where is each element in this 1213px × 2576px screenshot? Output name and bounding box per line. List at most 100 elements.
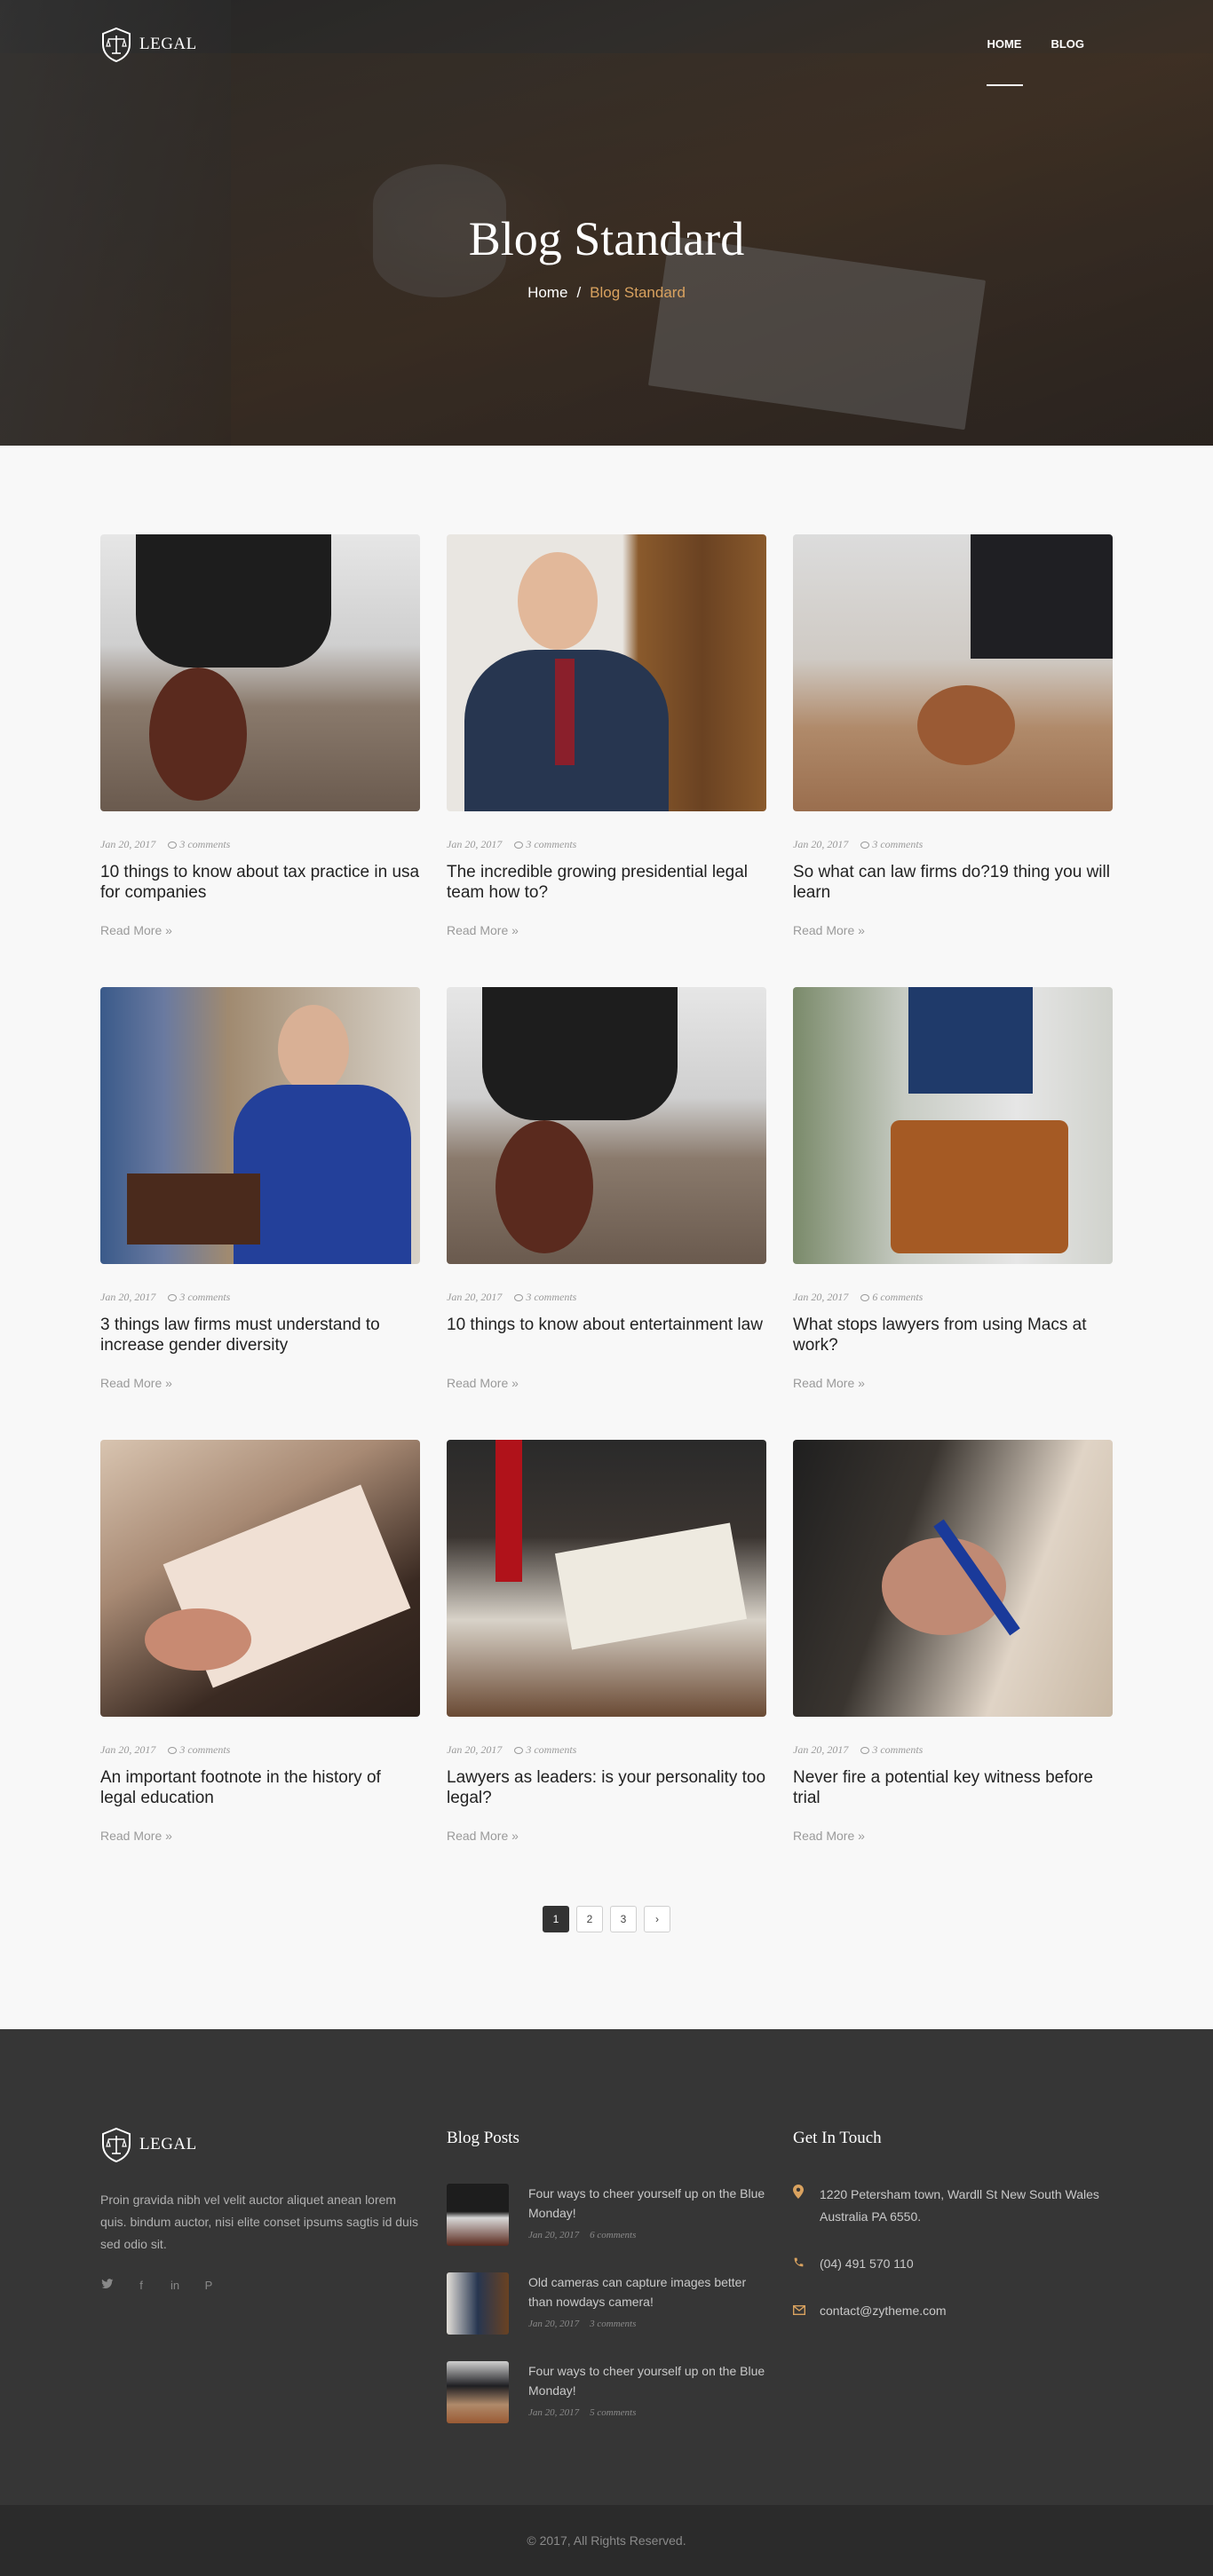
post-title[interactable]: An important footnote in the history of … [100, 1767, 420, 1810]
footer-post-title[interactable]: Old cameras can capture images better th… [528, 2272, 768, 2311]
post-date: Jan 20, 2017 [793, 1291, 849, 1303]
post-comments[interactable]: 3 comments [860, 838, 923, 851]
read-more-link[interactable]: Read More » [447, 1376, 519, 1390]
post-image-judge-gavel[interactable] [100, 534, 420, 811]
post-meta: Jan 20, 2017 3 comments [447, 1743, 766, 1757]
post-comments-count: 3 comments [526, 838, 577, 850]
post-date: Jan 20, 2017 [447, 1291, 503, 1303]
post-image-leather-briefcase[interactable] [793, 987, 1113, 1264]
footer-post-date: Jan 20, 2017 [528, 2319, 580, 2329]
post-card: Jan 20, 2017 3 comments The incredible g… [447, 534, 766, 987]
hero-section: LEGAL HOME BLOG Blog Standard Home / Blog … [0, 0, 1213, 446]
page-button-3[interactable]: 3 [610, 1906, 637, 1932]
footer-post-comments[interactable]: 5 comments [590, 2407, 636, 2418]
post-comments-count: 3 comments [179, 838, 231, 850]
read-more-link[interactable]: Read More » [447, 923, 519, 937]
post-title[interactable]: Lawyers as leaders: is your personality … [447, 1767, 766, 1810]
post-date: Jan 20, 2017 [793, 1743, 849, 1756]
post-comments[interactable]: 3 comments [168, 1743, 230, 1757]
scales-shield-icon [102, 2127, 131, 2162]
footer-post-meta: Jan 20, 2017 3 comments [528, 2319, 768, 2329]
facebook-icon[interactable]: f [134, 2279, 148, 2292]
contact-phone-text[interactable]: (04) 491 570 110 [820, 2253, 914, 2275]
menu-item-blog[interactable]: BLOG [1050, 37, 1084, 51]
next-page-button[interactable]: › [644, 1906, 670, 1932]
footer-post-comments[interactable]: 3 comments [590, 2319, 636, 2329]
copyright-bar: © 2017, All Rights Reserved. [0, 2505, 1213, 2576]
scales-shield-icon [102, 27, 131, 62]
footer-about-column: LEGAL Proin gravida nibh vel velit aucto… [100, 2127, 420, 2292]
main-menu: HOME BLOG [987, 37, 1084, 86]
read-more-link[interactable]: Read More » [793, 1376, 865, 1390]
post-meta: Jan 20, 2017 3 comments [793, 838, 1113, 851]
post-image-lawyer-bookshelf[interactable] [100, 987, 420, 1264]
read-more-link[interactable]: Read More » [100, 1376, 172, 1390]
footer-logo[interactable]: LEGAL [100, 2127, 420, 2162]
post-comments[interactable]: 3 comments [514, 1743, 576, 1757]
post-image-judge-gavel[interactable] [447, 987, 766, 1264]
post-title[interactable]: 10 things to know about entertainment la… [447, 1315, 766, 1357]
read-more-link[interactable]: Read More » [100, 923, 172, 937]
read-more-link[interactable]: Read More » [100, 1829, 172, 1843]
post-image-gavel-desk[interactable] [793, 534, 1113, 811]
footer-about-text: Proin gravida nibh vel velit auctor aliq… [100, 2193, 418, 2251]
footer-post-title[interactable]: Four ways to cheer yourself up on the Bl… [528, 2184, 768, 2223]
post-image-reading-book[interactable] [100, 1440, 420, 1717]
footer-post-item: Old cameras can capture images better th… [447, 2272, 768, 2335]
logo-text: LEGAL [139, 35, 197, 53]
menu-item-home[interactable]: HOME [987, 37, 1024, 86]
breadcrumb-current: Blog Standard [590, 284, 686, 301]
post-title[interactable]: Never fire a potential key witness befor… [793, 1767, 1113, 1810]
breadcrumb-home-link[interactable]: Home [527, 284, 567, 301]
post-title[interactable]: 3 things law firms must understand to in… [100, 1315, 420, 1357]
post-title[interactable]: So what can law firms do?19 thing you wi… [793, 862, 1113, 905]
post-card: Jan 20, 2017 3 comments So what can law … [793, 534, 1113, 987]
post-card: Jan 20, 2017 3 comments 10 things to kno… [447, 987, 766, 1440]
footer-post-item: Four ways to cheer yourself up on the Bl… [447, 2184, 768, 2246]
post-image-signing-document[interactable] [793, 1440, 1113, 1717]
page-button-2[interactable]: 2 [576, 1906, 603, 1932]
post-comments[interactable]: 6 comments [860, 1291, 923, 1304]
footer-post-meta: Jan 20, 2017 6 comments [528, 2230, 768, 2240]
post-title[interactable]: What stops lawyers from using Macs at wo… [793, 1315, 1113, 1357]
social-links: f in P [100, 2279, 420, 2292]
footer-post-thumbnail[interactable] [447, 2272, 509, 2335]
post-comments[interactable]: 3 comments [514, 838, 576, 851]
post-meta: Jan 20, 2017 3 comments [447, 1291, 766, 1304]
linkedin-icon[interactable]: in [168, 2279, 182, 2292]
post-comments[interactable]: 3 comments [860, 1743, 923, 1757]
post-comments[interactable]: 3 comments [168, 1291, 230, 1304]
post-comments[interactable]: 3 comments [168, 838, 230, 851]
contact-email: contact@zytheme.com [792, 2300, 1122, 2322]
footer-blog-column: Blog Posts Four ways to cheer yourself u… [447, 2129, 768, 2423]
post-image-lawyer-portrait[interactable] [447, 534, 766, 811]
post-card: Jan 20, 2017 3 comments 3 things law fir… [100, 987, 420, 1440]
post-title[interactable]: 10 things to know about tax practice in … [100, 862, 420, 905]
read-more-link[interactable]: Read More » [793, 923, 865, 937]
footer-post-title[interactable]: Four ways to cheer yourself up on the Bl… [528, 2361, 768, 2400]
read-more-link[interactable]: Read More » [447, 1829, 519, 1843]
post-date: Jan 20, 2017 [793, 838, 849, 850]
posts-grid: Jan 20, 2017 3 comments 10 things to kno… [100, 534, 1113, 1892]
envelope-icon [792, 2300, 806, 2322]
footer-post-thumbnail[interactable] [447, 2184, 509, 2246]
post-title[interactable]: The incredible growing presidential lega… [447, 862, 766, 905]
twitter-icon[interactable] [100, 2279, 115, 2292]
pinterest-icon[interactable]: P [202, 2279, 216, 2292]
comment-icon [168, 841, 178, 849]
footer-post-meta: Jan 20, 2017 5 comments [528, 2407, 768, 2418]
comment-icon [514, 1746, 524, 1754]
site-footer: LEGAL Proin gravida nibh vel velit aucto… [0, 2029, 1213, 2576]
post-date: Jan 20, 2017 [100, 1743, 156, 1756]
post-meta: Jan 20, 2017 3 comments [100, 838, 420, 851]
post-image-book-glasses[interactable] [447, 1440, 766, 1717]
page-button-1[interactable]: 1 [543, 1906, 569, 1932]
post-comments[interactable]: 3 comments [514, 1291, 576, 1304]
contact-email-text[interactable]: contact@zytheme.com [820, 2300, 947, 2322]
read-more-link[interactable]: Read More » [793, 1829, 865, 1843]
footer-post-comments[interactable]: 6 comments [590, 2230, 636, 2240]
site-logo[interactable]: LEGAL [100, 27, 197, 62]
post-date: Jan 20, 2017 [100, 838, 156, 850]
footer-post-thumbnail[interactable] [447, 2361, 509, 2423]
post-meta: Jan 20, 2017 3 comments [447, 838, 766, 851]
